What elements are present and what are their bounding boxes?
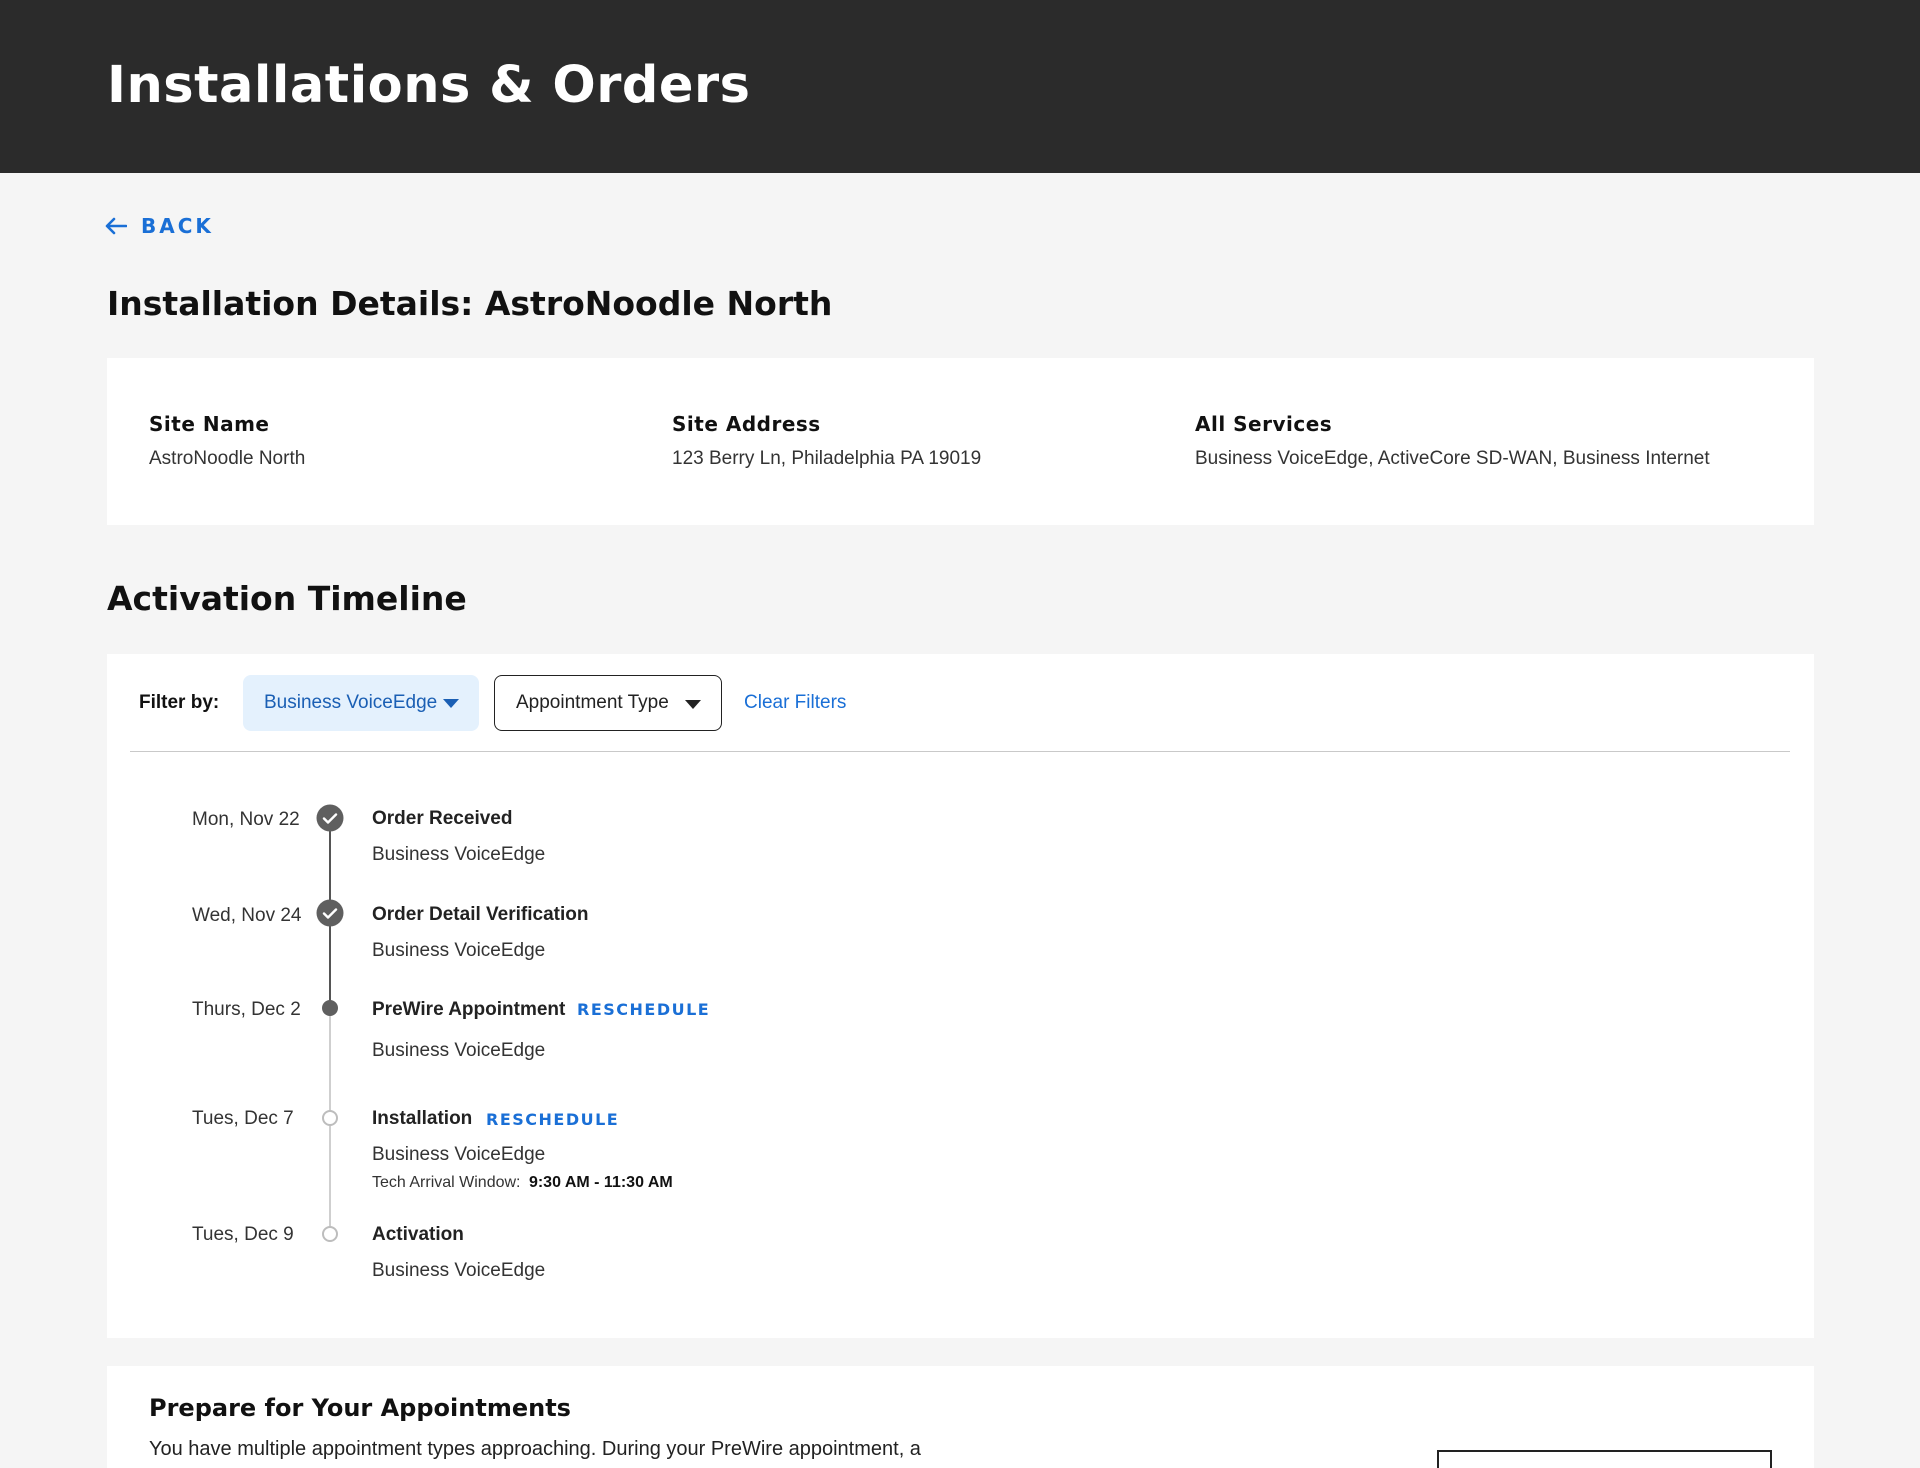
step-title: Order Received bbox=[372, 808, 513, 829]
reschedule-prewire-button[interactable]: RESCHEDULE bbox=[577, 1000, 710, 1019]
step-title: PreWire Appointment bbox=[372, 999, 566, 1020]
step-service: Business VoiceEdge bbox=[372, 1144, 546, 1165]
step-date: Mon, Nov 22 bbox=[192, 809, 300, 830]
page-title: Installation Details: AstroNoodle North bbox=[107, 284, 833, 323]
activation-timeline-card: Filter by: Business VoiceEdge Appointmen… bbox=[107, 654, 1814, 1338]
step-title: Activation bbox=[372, 1224, 464, 1245]
caret-down-icon bbox=[443, 699, 459, 708]
step-date: Tues, Dec 7 bbox=[192, 1108, 294, 1129]
arrow-left-icon bbox=[105, 217, 127, 235]
clear-filters-link[interactable]: Clear Filters bbox=[744, 692, 846, 714]
back-label: BACK bbox=[141, 214, 214, 238]
upcoming-step-circle-icon bbox=[322, 1226, 338, 1242]
all-services-label: All Services bbox=[1195, 412, 1333, 436]
step-title: Order Detail Verification bbox=[372, 904, 589, 925]
prepare-action-button[interactable] bbox=[1437, 1450, 1772, 1468]
current-step-dot-icon bbox=[322, 1000, 338, 1016]
appointment-type-value: Appointment Type bbox=[516, 692, 669, 713]
all-services-value: Business VoiceEdge, ActiveCore SD-WAN, B… bbox=[1195, 448, 1710, 469]
service-filter-value: Business VoiceEdge bbox=[264, 692, 438, 713]
step-service: Business VoiceEdge bbox=[372, 1040, 546, 1061]
step-date: Thurs, Dec 2 bbox=[192, 999, 301, 1020]
divider bbox=[130, 751, 1790, 752]
upcoming-step-circle-icon bbox=[322, 1110, 338, 1126]
step-date: Wed, Nov 24 bbox=[192, 905, 302, 926]
step-title: Installation bbox=[372, 1108, 473, 1129]
site-name-value: AstroNoodle North bbox=[149, 448, 306, 469]
tech-arrival-label: Tech Arrival Window: bbox=[372, 1174, 521, 1191]
page-header: Installations & Orders bbox=[0, 0, 1920, 173]
tech-arrival-window: Tech Arrival Window: 9:30 AM - 11:30 AM bbox=[372, 1174, 673, 1192]
step-service: Business VoiceEdge bbox=[372, 1260, 546, 1281]
site-address-value: 123 Berry Ln, Philadelphia PA 19019 bbox=[672, 448, 982, 469]
back-link[interactable]: BACK bbox=[105, 214, 214, 238]
site-details-card: Site Name AstroNoodle North Site Address… bbox=[107, 358, 1814, 525]
step-service: Business VoiceEdge bbox=[372, 940, 546, 961]
service-filter-dropdown[interactable]: Business VoiceEdge bbox=[243, 675, 479, 731]
check-circle-icon bbox=[316, 899, 344, 927]
filter-label: Filter by: bbox=[139, 692, 220, 713]
activation-timeline-title: Activation Timeline bbox=[107, 579, 467, 618]
step-service: Business VoiceEdge bbox=[372, 844, 546, 865]
step-date: Tues, Dec 9 bbox=[192, 1224, 294, 1245]
site-address-field: Site Address 123 Berry Ln, Philadelphia … bbox=[672, 412, 981, 470]
header-title: Installations & Orders bbox=[107, 56, 751, 115]
prepare-text: You have multiple appointment types appr… bbox=[149, 1438, 921, 1460]
reschedule-installation-button[interactable]: RESCHEDULE bbox=[486, 1110, 619, 1129]
tech-arrival-value: 9:30 AM - 11:30 AM bbox=[528, 1174, 673, 1191]
caret-down-icon bbox=[685, 700, 701, 709]
site-address-label: Site Address bbox=[672, 412, 821, 436]
prepare-title: Prepare for Your Appointments bbox=[149, 1394, 571, 1422]
prepare-appointments-card: Prepare for Your Appointments You have m… bbox=[107, 1366, 1814, 1468]
appointment-type-dropdown[interactable]: Appointment Type bbox=[494, 675, 722, 731]
check-circle-icon bbox=[316, 804, 344, 832]
site-name-label: Site Name bbox=[149, 412, 270, 436]
site-name-field: Site Name AstroNoodle North bbox=[149, 412, 305, 470]
all-services-field: All Services Business VoiceEdge, ActiveC… bbox=[1195, 412, 1710, 470]
